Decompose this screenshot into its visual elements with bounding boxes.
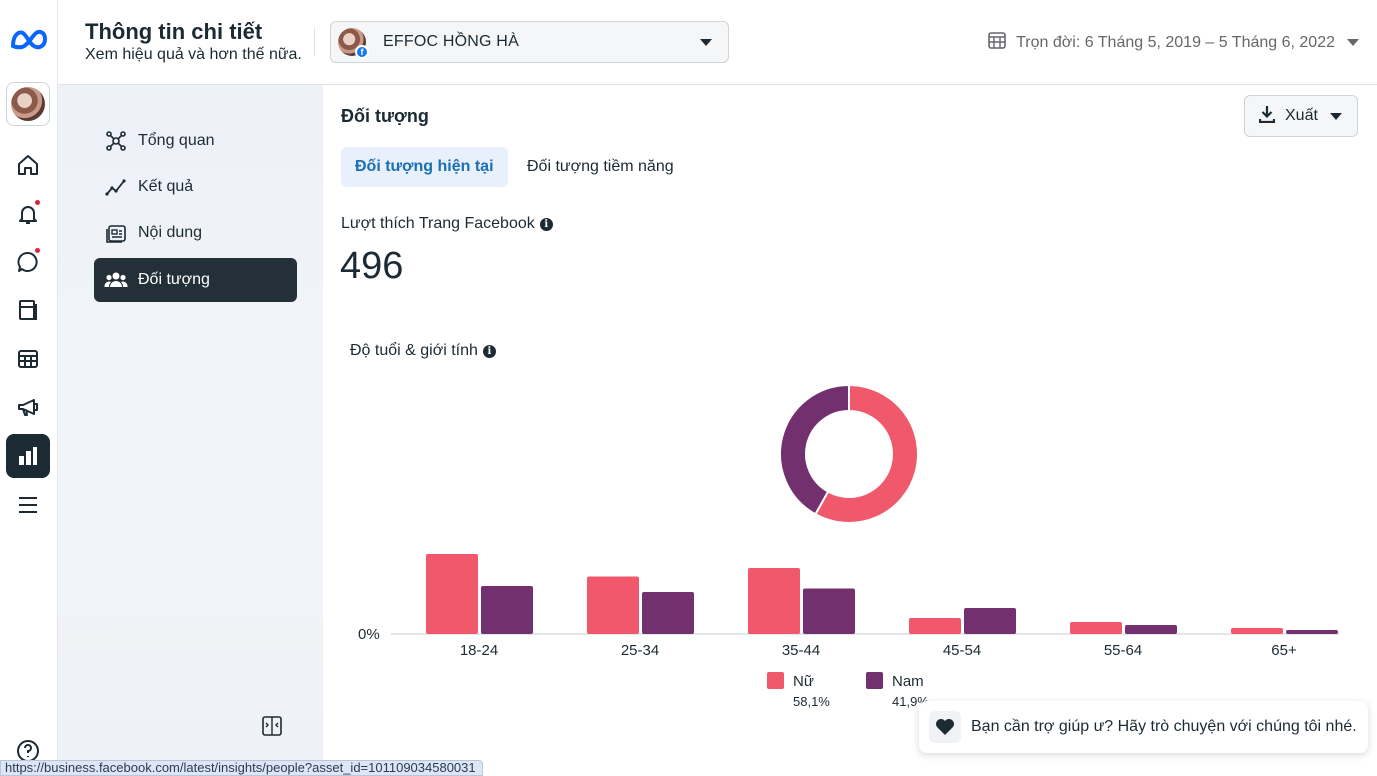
bar-male xyxy=(964,608,1016,634)
page-avatar: f xyxy=(338,28,369,59)
meta-logo-icon[interactable] xyxy=(9,26,49,54)
bar-female xyxy=(909,618,961,634)
menu-icon[interactable] xyxy=(13,490,43,520)
sidebar-item-label: Kết quả xyxy=(138,178,194,195)
x-tick-label: 65+ xyxy=(1271,642,1297,659)
legend-swatch xyxy=(767,672,784,689)
collapse-sidebar-icon[interactable] xyxy=(261,715,283,742)
x-tick-label: 45-54 xyxy=(943,642,981,659)
page-title: Thông tin chi tiết xyxy=(85,19,263,44)
bar-female xyxy=(1070,622,1122,634)
page-avatar[interactable] xyxy=(6,82,50,126)
main-content: Đối tượng Xuất Đối tượng hiện tại Đối tư… xyxy=(323,85,1377,776)
chevron-down-icon xyxy=(1347,39,1359,46)
content-icon xyxy=(104,221,128,245)
sidebar-item-label: Tổng quan xyxy=(138,132,215,149)
legend-share: 58,1% xyxy=(793,694,830,709)
chat-icon[interactable] xyxy=(13,247,43,277)
sidebar-item-content[interactable]: Nội dung xyxy=(94,211,297,255)
megaphone-icon[interactable] xyxy=(13,392,43,422)
status-bar-url: https://business.facebook.com/latest/ins… xyxy=(0,760,483,776)
insights-sidebar: Tổng quan Kết quả Nội dung Đối tượng xyxy=(58,85,323,776)
legend-swatch xyxy=(866,672,883,689)
table-icon[interactable] xyxy=(13,344,43,374)
bar-male xyxy=(1286,630,1338,634)
age-gender-label: Độ tuổi & giới tính i xyxy=(350,342,496,360)
age-gender-label-text: Độ tuổi & giới tính xyxy=(350,342,478,359)
legend-label: Nam xyxy=(892,673,924,690)
help-chat-text: Bạn cần trợ giúp ư? Hãy trò chuyện với c… xyxy=(971,718,1357,735)
legend-label: Nữ xyxy=(793,673,814,690)
page-likes-label-text: Lượt thích Trang Facebook xyxy=(341,215,535,232)
heart-chat-icon xyxy=(929,711,961,743)
bar-male xyxy=(642,592,694,634)
tab-label: Đối tượng tiềm năng xyxy=(527,158,674,175)
export-label: Xuất xyxy=(1285,107,1318,124)
download-icon xyxy=(1258,105,1276,128)
x-tick-label: 18-24 xyxy=(460,642,498,659)
export-button[interactable]: Xuất xyxy=(1244,95,1358,137)
date-range-label: Trọn đời: 6 Tháng 5, 2019 – 5 Tháng 6, 2… xyxy=(1016,33,1335,51)
bar-male xyxy=(1125,625,1177,634)
tab-label: Đối tượng hiện tại xyxy=(355,158,494,175)
info-icon[interactable]: i xyxy=(482,344,496,358)
page-selector-name: EFFOC HỒNG HÀ xyxy=(383,33,519,50)
left-rail xyxy=(0,0,58,776)
header-divider xyxy=(314,28,315,56)
sidebar-item-label: Nội dung xyxy=(138,224,203,241)
facebook-badge-icon: f xyxy=(355,45,369,59)
x-tick-label: 55-64 xyxy=(1104,642,1142,659)
results-icon xyxy=(104,175,128,199)
bell-icon[interactable] xyxy=(13,199,43,229)
page-likes-value: 496 xyxy=(340,245,404,287)
calendar-icon xyxy=(988,31,1006,54)
bar-female xyxy=(748,568,800,634)
bar-male xyxy=(803,588,855,634)
x-tick-label: 25-34 xyxy=(621,642,659,659)
chevron-down-icon xyxy=(1329,112,1342,120)
page-avatar-image xyxy=(11,87,45,121)
bar-female xyxy=(1231,628,1283,634)
help-chat-bubble[interactable]: Bạn cần trợ giúp ư? Hãy trò chuyện với c… xyxy=(919,701,1368,753)
info-icon[interactable]: i xyxy=(539,217,553,231)
home-icon[interactable] xyxy=(13,150,43,180)
sidebar-item-audience[interactable]: Đối tượng xyxy=(94,258,297,302)
notification-dot xyxy=(34,199,41,206)
y-tick-label: 0% xyxy=(358,626,380,643)
bar-female xyxy=(426,554,478,634)
overview-icon xyxy=(104,129,128,153)
bar-male xyxy=(481,586,533,634)
sidebar-item-overview[interactable]: Tổng quan xyxy=(94,119,297,163)
page-selector-dropdown[interactable]: f EFFOC HỒNG HÀ xyxy=(330,21,729,63)
chevron-down-icon xyxy=(700,39,712,46)
page-header: Thông tin chi tiết Xem hiệu quả và hơn t… xyxy=(58,0,1377,85)
tab-potential-audience[interactable]: Đối tượng tiềm năng xyxy=(513,147,688,187)
section-title: Đối tượng xyxy=(341,106,429,126)
notification-dot xyxy=(34,247,41,254)
page-subtitle: Xem hiệu quả và hơn thế nữa. xyxy=(85,46,302,63)
x-tick-label: 35-44 xyxy=(782,642,820,659)
tab-current-audience[interactable]: Đối tượng hiện tại xyxy=(341,147,508,187)
bar-female xyxy=(587,576,639,634)
date-range-picker[interactable]: Trọn đời: 6 Tháng 5, 2019 – 5 Tháng 6, 2… xyxy=(988,31,1359,54)
audience-icon xyxy=(104,268,128,292)
sidebar-item-label: Đối tượng xyxy=(138,271,210,288)
sidebar-item-results[interactable]: Kết quả xyxy=(94,165,297,209)
page-likes-label: Lượt thích Trang Facebook i xyxy=(341,215,553,233)
insights-chart-icon[interactable] xyxy=(6,434,50,478)
pages-icon[interactable] xyxy=(13,295,43,325)
